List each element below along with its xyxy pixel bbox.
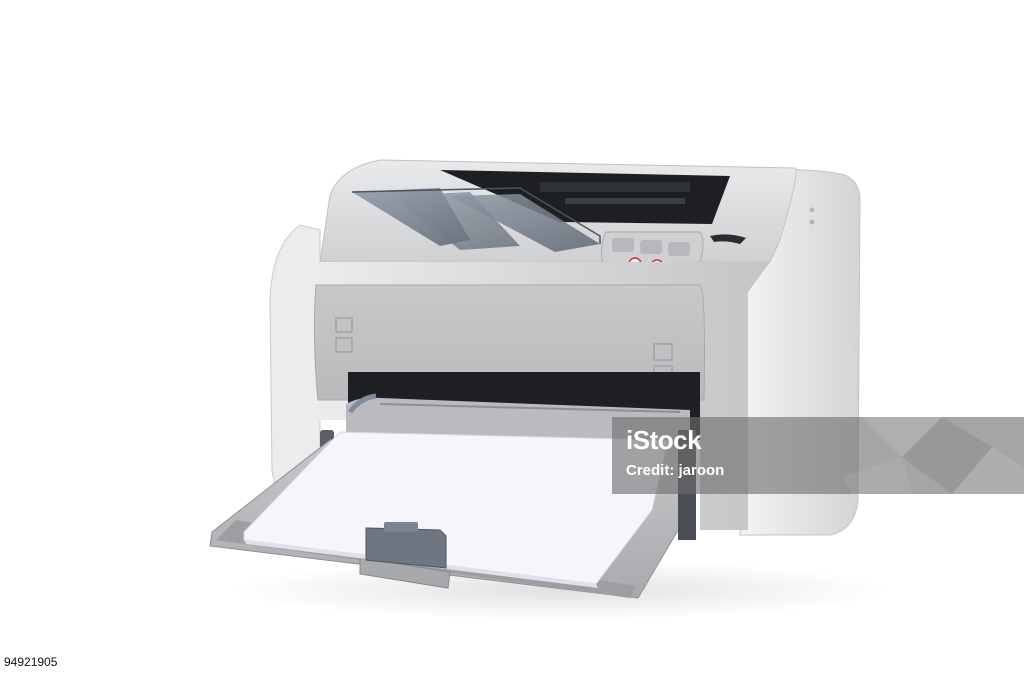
photo-credit: Credit: jaroon <box>626 462 725 479</box>
printer-photo <box>209 159 890 620</box>
image-id-label: 94921905 <box>0 652 62 672</box>
watermark-banner: iStock Credit: jaroon <box>612 417 1024 494</box>
istock-logo: iStock <box>626 425 702 455</box>
photo-stage: iStock Credit: jaroon 94921905 <box>0 0 1024 683</box>
